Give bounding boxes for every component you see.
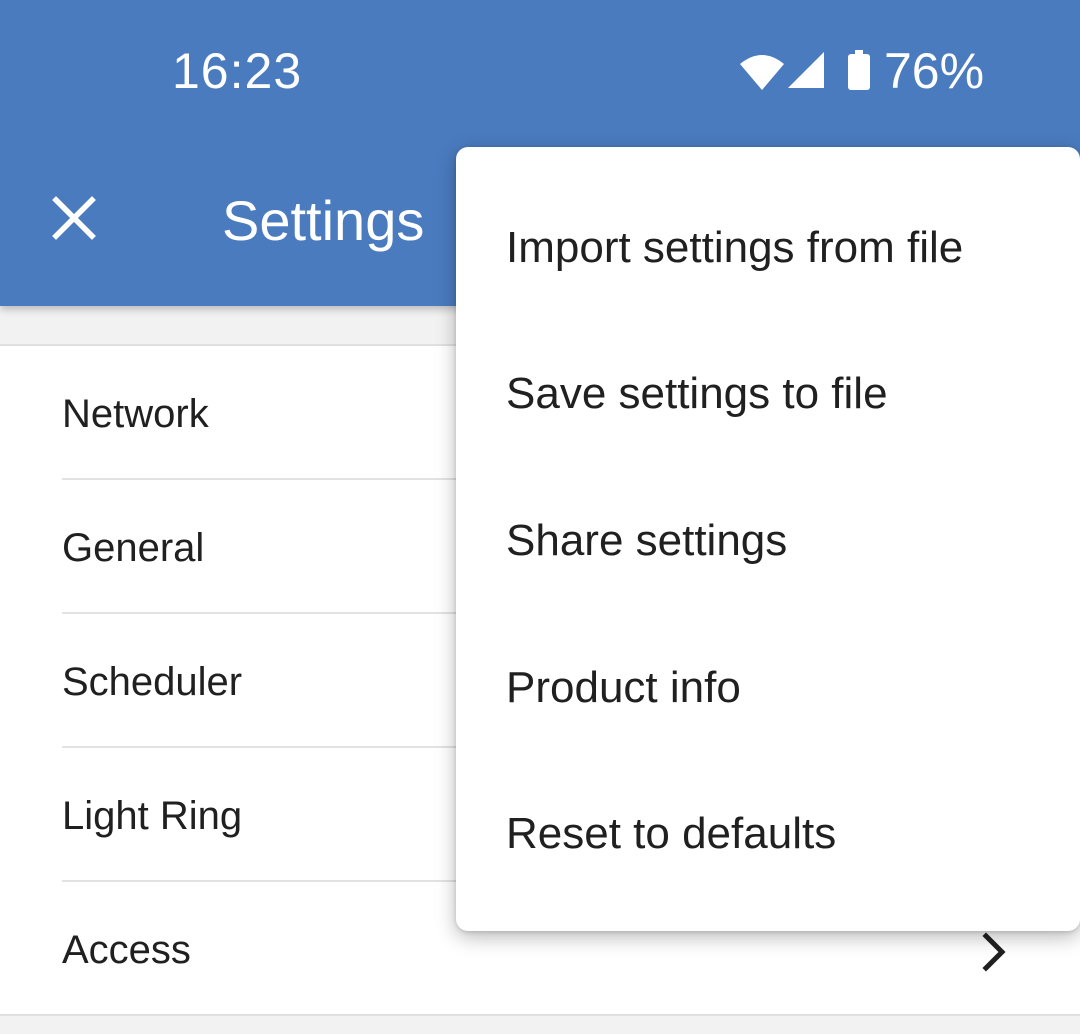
battery-percent: 76%	[884, 43, 985, 99]
menu-item-label: Product info	[506, 663, 741, 712]
menu-item-label: Share settings	[506, 516, 788, 565]
signal-icon	[788, 52, 824, 88]
menu-item-share-settings[interactable]: Share settings	[456, 466, 1080, 612]
status-time: 16:23	[172, 43, 303, 99]
menu-item-import-settings[interactable]: Import settings from file	[456, 173, 1080, 319]
menu-item-reset-defaults[interactable]: Reset to defaults	[456, 759, 1080, 905]
chevron-right-icon	[982, 932, 1006, 972]
settings-item-label: Light Ring	[62, 794, 243, 838]
page-title: Settings	[222, 189, 425, 252]
menu-item-label: Import settings from file	[506, 223, 964, 272]
close-icon	[52, 196, 96, 240]
menu-item-product-info[interactable]: Product info	[456, 613, 1080, 759]
settings-item-label: Network	[62, 392, 209, 436]
menu-item-label: Reset to defaults	[506, 809, 837, 858]
battery-icon	[848, 50, 870, 90]
overflow-menu: Import settings from file Save settings …	[456, 147, 1080, 931]
settings-item-label: General	[62, 526, 205, 570]
close-button[interactable]	[44, 188, 104, 248]
menu-item-label: Save settings to file	[506, 369, 888, 418]
wifi-icon	[740, 55, 784, 90]
settings-item-label: Scheduler	[62, 660, 243, 704]
settings-item-label: Access	[62, 928, 191, 972]
menu-item-save-settings[interactable]: Save settings to file	[456, 319, 1080, 465]
